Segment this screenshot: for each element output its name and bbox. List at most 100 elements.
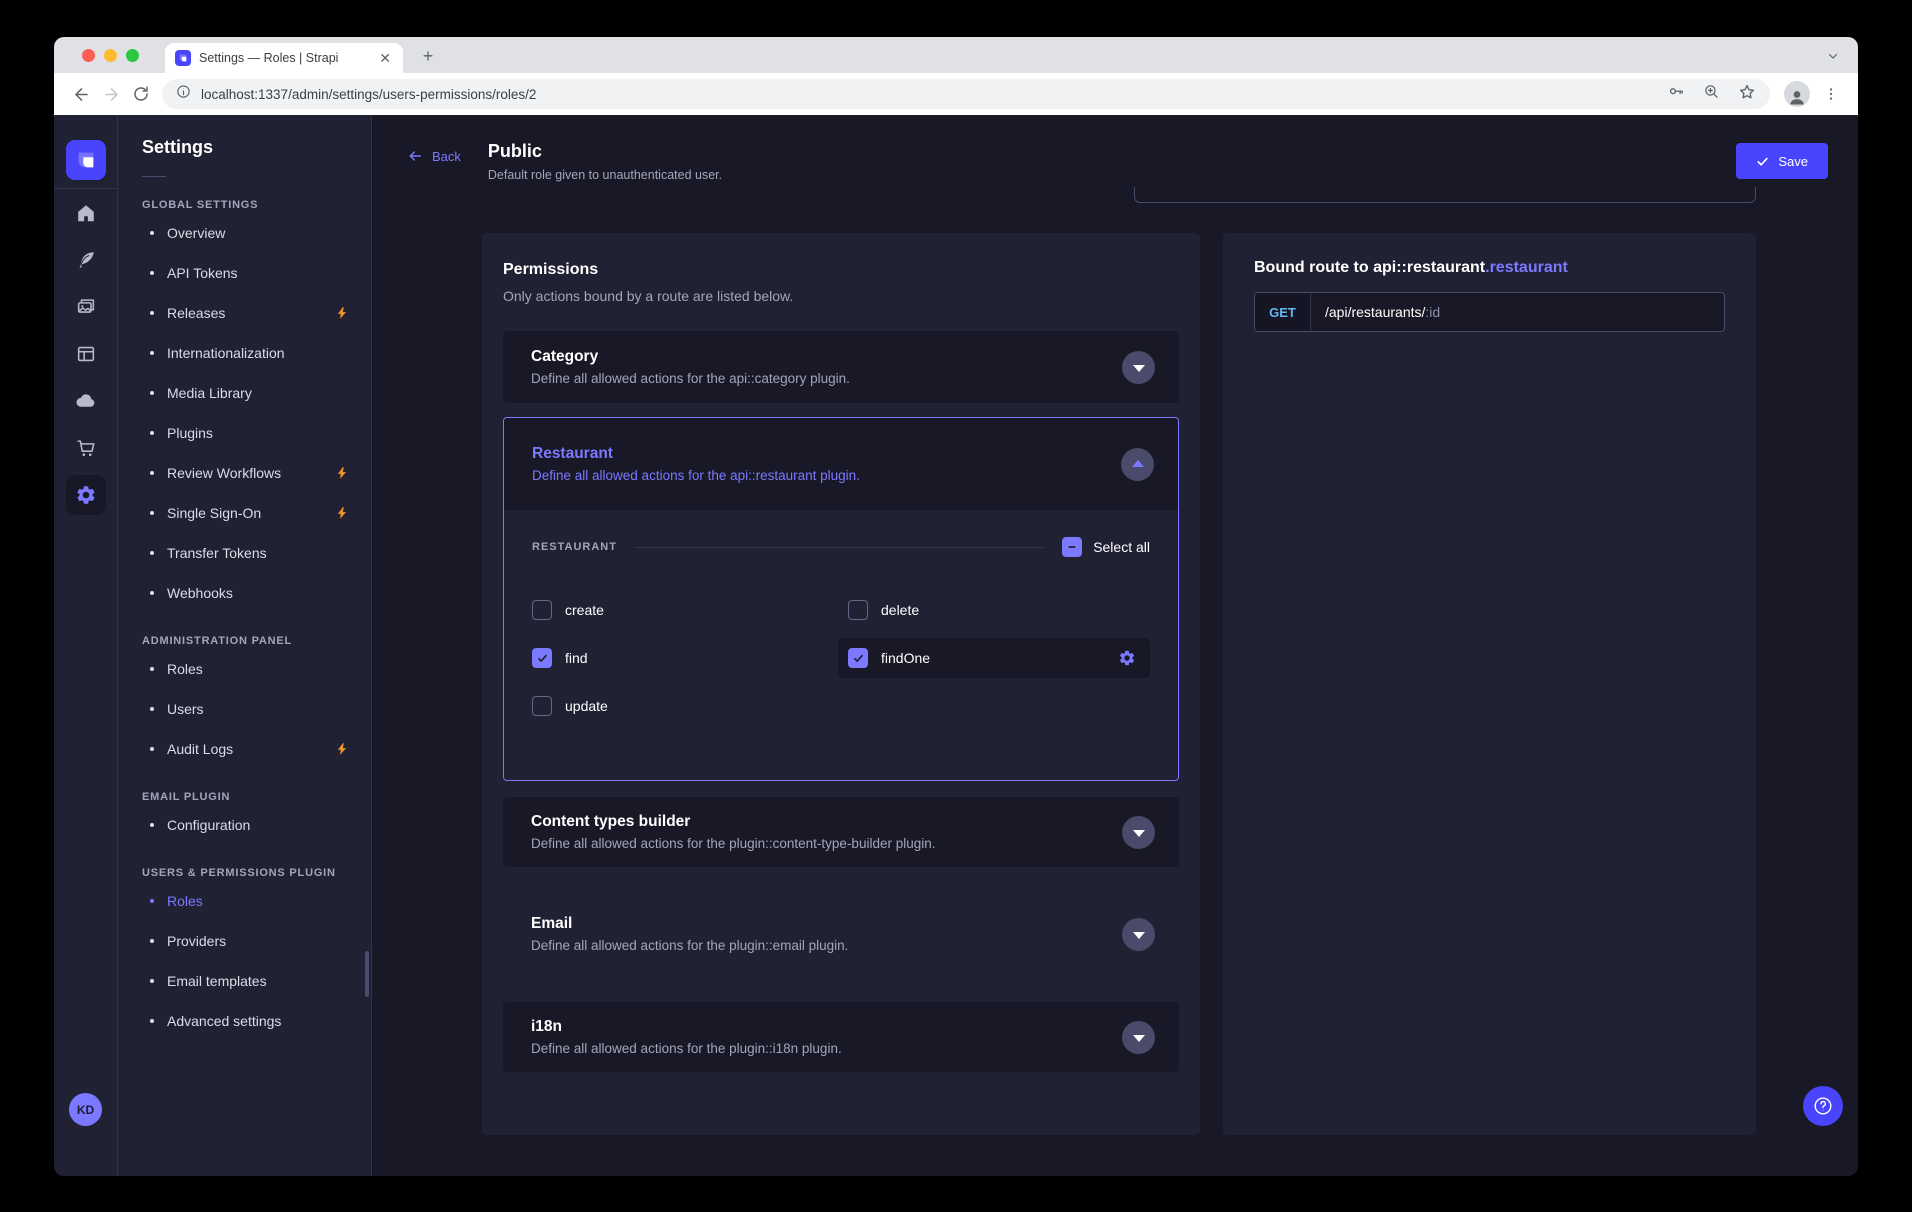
tab-close-icon[interactable]: ✕ [377,50,393,67]
strapi-app: KD Settings GLOBAL SETTINGS Overview API… [54,115,1858,1176]
bullet-dot [150,471,154,475]
bullet-dot [150,511,154,515]
premium-bolt-icon [335,506,349,520]
browser-profile-icon[interactable] [1784,81,1810,107]
sidebar-item-up-roles[interactable]: Roles [118,881,371,921]
permissions-title: Permissions [503,261,1179,279]
chevron-down-icon[interactable] [1122,1021,1155,1054]
sidebar-item-overview[interactable]: Overview [118,213,371,253]
sidebar-item-providers[interactable]: Providers [118,921,371,961]
page-title: Public [488,141,722,162]
chevron-down-icon[interactable] [1122,816,1155,849]
select-all-control[interactable]: Select all [1062,537,1150,557]
accordion-restaurant-expanded: Restaurant Define all allowed actions fo… [503,417,1179,781]
content-type-builder-nav-item[interactable] [54,330,118,377]
new-tab-button[interactable]: + [415,43,441,69]
settings-nav-item[interactable] [66,475,106,515]
route-path: /api/restaurants/:id [1311,293,1440,331]
sidebar-item-review-workflows[interactable]: Review Workflows [118,453,371,493]
site-info-icon[interactable] [176,84,191,104]
address-bar[interactable]: localhost:1337/admin/settings/users-perm… [162,79,1770,109]
media-library-nav-item[interactable] [54,283,118,330]
permission-create[interactable]: create [522,590,834,630]
bullet-dot [150,979,154,983]
tab-search-chevron-icon[interactable] [1822,47,1844,65]
marketplace-cart-nav-item[interactable] [54,424,118,471]
chevron-down-icon[interactable] [1122,351,1155,384]
permissions-subtitle: Only actions bound by a route are listed… [503,288,1179,304]
strapi-favicon-icon [175,50,191,66]
permission-settings-gear-icon[interactable] [1118,649,1136,667]
sidebar-item-transfer-tokens[interactable]: Transfer Tokens [118,533,371,573]
permissions-panel: Permissions Only actions bound by a rout… [482,233,1200,1135]
sidebar-item-internationalization[interactable]: Internationalization [118,333,371,373]
sidebar-item-single-sign-on[interactable]: Single Sign-On [118,493,371,533]
user-avatar[interactable]: KD [69,1093,102,1126]
deploy-cloud-nav-item[interactable] [54,377,118,424]
reload-icon[interactable] [126,79,156,109]
content-manager-nav-item[interactable] [54,236,118,283]
description-field-partial[interactable] [1134,187,1756,203]
sidebar-item-admin-users[interactable]: Users [118,689,371,729]
bound-route-panel: Bound route to api::restaurant.restauran… [1223,233,1756,1135]
url-text[interactable]: localhost:1337/admin/settings/users-perm… [201,87,1655,102]
password-key-icon[interactable] [1667,83,1685,106]
update-checkbox[interactable] [532,696,552,716]
permission-delete[interactable]: delete [838,590,1150,630]
back-button[interactable]: Back [407,148,461,164]
accordion-restaurant-header[interactable]: Restaurant Define all allowed actions fo… [504,418,1178,510]
sidebar-item-email-configuration[interactable]: Configuration [118,805,371,845]
chevron-up-icon[interactable] [1121,448,1154,481]
accordion-category[interactable]: Category Define all allowed actions for … [503,331,1179,403]
http-method-badge: GET [1255,293,1311,331]
sidebar-item-webhooks[interactable]: Webhooks [118,573,371,613]
sidebar-item-releases[interactable]: Releases [118,293,371,333]
permission-findone[interactable]: findOne [838,638,1150,678]
accordion-content-types-builder[interactable]: Content types builder Define all allowed… [503,797,1179,867]
sidebar-item-email-templates[interactable]: Email templates [118,961,371,1001]
back-nav-icon[interactable] [66,79,96,109]
minimize-window-button[interactable] [104,49,117,62]
bullet-dot [150,311,154,315]
save-button[interactable]: Save [1736,143,1828,179]
main-area: Back Public Default role given to unauth… [372,115,1858,1176]
sidebar-item-api-tokens[interactable]: API Tokens [118,253,371,293]
browser-tab[interactable]: Settings — Roles | Strapi ✕ [165,43,403,73]
bullet-dot [150,707,154,711]
subnav-scrollbar[interactable] [365,951,369,997]
zoom-window-button[interactable] [126,49,139,62]
permissions-grid: create delete find [532,590,1150,726]
bookmark-star-icon[interactable] [1738,83,1756,106]
permission-update[interactable]: update [522,686,834,726]
tab-title: Settings — Roles | Strapi [199,51,377,65]
zoom-page-icon[interactable] [1703,83,1720,105]
strapi-logo[interactable] [66,140,106,180]
delete-checkbox[interactable] [848,600,868,620]
permission-find[interactable]: find [522,638,834,678]
accordion-i18n[interactable]: i18n Define all allowed actions for the … [503,1002,1179,1072]
select-all-checkbox[interactable] [1062,537,1082,557]
bullet-dot [150,591,154,595]
sidebar-item-media-library[interactable]: Media Library [118,373,371,413]
help-button[interactable] [1803,1086,1843,1126]
subnav-title: Settings [142,137,371,158]
forward-nav-icon[interactable] [96,79,126,109]
sidebar-item-audit-logs[interactable]: Audit Logs [118,729,371,769]
bullet-dot [150,431,154,435]
create-checkbox[interactable] [532,600,552,620]
findone-checkbox[interactable] [848,648,868,668]
sidebar-item-admin-roles[interactable]: Roles [118,649,371,689]
browser-menu-icon[interactable] [1816,79,1846,109]
accordion-email[interactable]: Email Define all allowed actions for the… [503,900,1179,968]
home-nav-item[interactable] [54,189,118,236]
question-mark-icon [1812,1095,1834,1117]
restaurant-permissions-body: RESTAURANT Select all [504,510,1178,780]
sidebar-item-plugins[interactable]: Plugins [118,413,371,453]
chevron-down-icon[interactable] [1122,918,1155,951]
find-checkbox[interactable] [532,648,552,668]
close-window-button[interactable] [82,49,95,62]
premium-bolt-icon [335,306,349,320]
sidebar-item-advanced-settings[interactable]: Advanced settings [118,1001,371,1041]
bound-route-title: Bound route to api::restaurant.restauran… [1254,259,1725,277]
subnav-divider [142,176,166,177]
